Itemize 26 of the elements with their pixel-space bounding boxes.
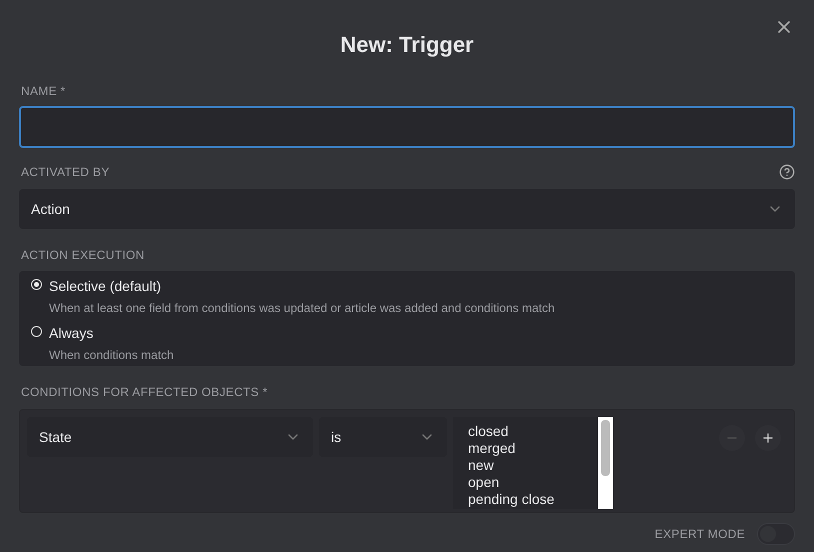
activated-by-select[interactable]: Action — [19, 189, 795, 229]
radio-label[interactable]: Selective (default) — [49, 276, 555, 297]
scrollbar[interactable] — [598, 417, 613, 509]
radio-label[interactable]: Always — [49, 323, 174, 344]
attribute-select[interactable]: State — [27, 417, 313, 457]
listbox-option[interactable]: open — [468, 474, 598, 491]
expert-mode-label: EXPERT MODE — [654, 526, 745, 543]
help-icon[interactable] — [779, 164, 795, 180]
values-listbox[interactable]: closed merged new open pending close — [453, 417, 613, 509]
radio-description: When conditions match — [49, 347, 174, 364]
plus-icon — [761, 431, 775, 445]
operator-select[interactable]: is — [319, 417, 447, 457]
listbox-option[interactable]: closed — [468, 423, 598, 440]
field-label: ACTION EXECUTION — [21, 247, 146, 264]
name-input-field[interactable] — [19, 106, 795, 148]
radio-description: When at least one field from conditions was updated or article was added and conditions match — [49, 300, 555, 317]
field-label: CONDITIONS FOR AFFECTED OBJECTS * — [21, 384, 269, 401]
field-label: ACTIVATED BY — [21, 164, 110, 181]
radio-button[interactable] — [31, 279, 42, 290]
listbox-option[interactable]: new — [468, 457, 598, 474]
radio-button[interactable] — [31, 326, 42, 337]
listbox-option[interactable]: merged — [468, 440, 598, 457]
listbox-option[interactable]: pending close — [468, 491, 598, 508]
add-condition-button[interactable] — [755, 425, 781, 451]
field-label: NAME * — [21, 83, 66, 100]
dialog-title: New: Trigger — [340, 31, 474, 59]
